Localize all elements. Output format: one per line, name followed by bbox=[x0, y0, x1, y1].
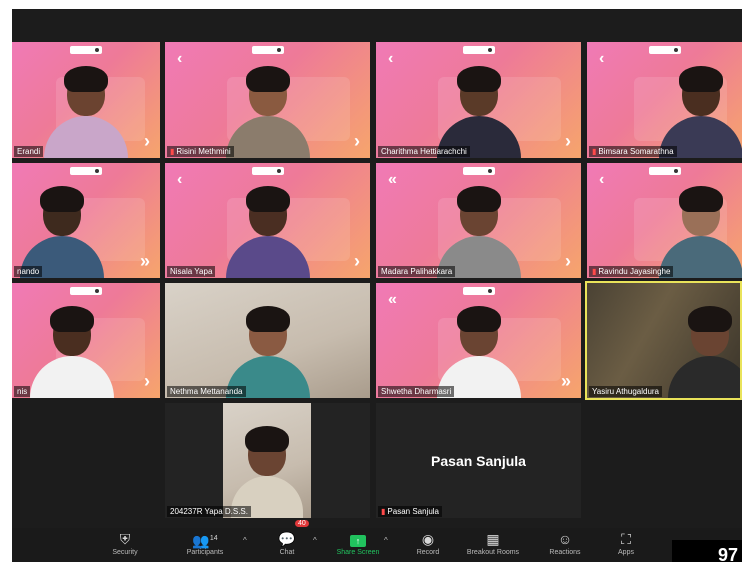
chat-unread-badge: 40 bbox=[295, 520, 309, 527]
chevron-left-icon: ‹ bbox=[177, 50, 182, 68]
participant-video bbox=[664, 306, 742, 398]
meeting-toolbar: ⛨ Security 👥14 Participants ^ 💬 Chat ^ ↑… bbox=[12, 528, 742, 562]
chevron-right-icon: › bbox=[354, 131, 360, 152]
logo-badge-icon bbox=[70, 167, 102, 175]
chevron-right-icon: › bbox=[565, 131, 571, 152]
breakout-rooms-button[interactable]: ▦ Breakout Rooms bbox=[458, 528, 528, 556]
participant-name: Nisala Yapa bbox=[167, 266, 215, 277]
logo-badge-icon bbox=[252, 46, 284, 54]
video-tile-bimsara[interactable]: ‹ ▮Bimsara Somarathna bbox=[587, 42, 742, 158]
video-tile-pasan[interactable]: Pasan Sanjula ▮Pasan Sanjula bbox=[376, 403, 581, 518]
participant-figure bbox=[227, 426, 307, 518]
participant-video bbox=[655, 186, 742, 278]
video-tile-yasiru[interactable]: Yasiru Athugaldura bbox=[585, 281, 742, 400]
video-tile-nando[interactable]: » nando bbox=[12, 163, 160, 278]
participant-name: ▮Pasan Sanjula bbox=[378, 506, 442, 517]
mic-muted-icon: ▮ bbox=[381, 507, 385, 516]
share-caret-icon[interactable]: ^ bbox=[384, 536, 388, 545]
participant-name: nis bbox=[14, 386, 30, 397]
apps-button[interactable]: ⛶ Apps bbox=[591, 528, 661, 556]
participant-name: ▮Ravindu Jayasinghe bbox=[589, 266, 673, 277]
video-tile-charithma[interactable]: ‹ › Charithma Hettiarachchi bbox=[376, 42, 581, 158]
participants-count: 14 bbox=[210, 535, 218, 542]
shield-icon: ⛨ bbox=[90, 529, 160, 549]
share-screen-icon-wrap: ↑ bbox=[323, 529, 393, 549]
share-screen-button[interactable]: ↑ Share Screen bbox=[323, 528, 393, 556]
video-tile-nis[interactable]: › nis bbox=[12, 283, 160, 398]
chevron-left-icon: « bbox=[388, 171, 397, 189]
chevron-left-icon: « bbox=[388, 291, 397, 309]
mic-muted-icon: ▮ bbox=[170, 147, 174, 156]
participant-video bbox=[222, 186, 314, 278]
participant-video bbox=[40, 66, 132, 158]
participant-name: Erandi bbox=[14, 146, 43, 157]
logo-badge-icon bbox=[70, 46, 102, 54]
participant-name: Madara Palihakkara bbox=[378, 266, 455, 277]
video-tile-madara[interactable]: « › Madara Palihakkara bbox=[376, 163, 581, 278]
participant-video bbox=[26, 306, 118, 398]
share-screen-icon: ↑ bbox=[350, 535, 366, 547]
video-tile-shwetha[interactable]: « » Shwetha Dharmasri bbox=[376, 283, 581, 398]
logo-badge-icon bbox=[463, 46, 495, 54]
participant-video bbox=[655, 66, 742, 158]
chevron-left-icon: ‹ bbox=[177, 171, 182, 189]
gallery-view: › Erandi ‹ › ▮Risini Methmini ‹ › Charit… bbox=[12, 40, 742, 528]
chat-icon: 💬 bbox=[252, 529, 322, 549]
video-tile-nisala[interactable]: ‹ › Nisala Yapa bbox=[165, 163, 370, 278]
logo-badge-icon bbox=[70, 287, 102, 295]
logo-badge-icon bbox=[649, 46, 681, 54]
participant-video bbox=[222, 66, 314, 158]
participant-video bbox=[223, 403, 311, 518]
record-icon: ◉ bbox=[393, 529, 463, 549]
participants-icon: 👥14 bbox=[170, 529, 240, 549]
reactions-icon: ☺ bbox=[530, 529, 600, 549]
participant-video bbox=[222, 306, 314, 398]
participants-caret-icon[interactable]: ^ bbox=[243, 536, 247, 545]
participant-name: 204237R Yapa D.S.S. bbox=[167, 506, 251, 517]
reactions-button[interactable]: ☺ Reactions bbox=[530, 528, 600, 556]
logo-badge-icon bbox=[252, 167, 284, 175]
chevron-right-icon: › bbox=[354, 251, 360, 272]
participant-video bbox=[433, 66, 525, 158]
participants-button[interactable]: 👥14 Participants bbox=[170, 528, 240, 556]
chevron-right-icon: › bbox=[144, 131, 150, 152]
breakout-rooms-icon: ▦ bbox=[458, 529, 528, 549]
video-tile-yapa[interactable]: 204237R Yapa D.S.S. bbox=[165, 403, 370, 518]
corner-page-number: 97 bbox=[672, 540, 742, 562]
video-tile-risini[interactable]: ‹ › ▮Risini Methmini bbox=[165, 42, 370, 158]
chevron-right-icon: » bbox=[140, 251, 150, 272]
participant-display-name: Pasan Sanjula bbox=[376, 453, 581, 469]
participant-name: nando bbox=[14, 266, 42, 277]
chevron-left-icon: ‹ bbox=[388, 50, 393, 68]
logo-badge-icon bbox=[463, 167, 495, 175]
participant-video bbox=[16, 186, 108, 278]
video-tile-erandi[interactable]: › Erandi bbox=[12, 42, 160, 158]
participant-name: ▮Bimsara Somarathna bbox=[589, 146, 677, 157]
participant-video bbox=[433, 306, 525, 398]
chevron-left-icon: ‹ bbox=[599, 50, 604, 68]
participant-name: Yasiru Athugaldura bbox=[589, 386, 662, 397]
chat-button[interactable]: 💬 Chat bbox=[252, 528, 322, 556]
record-button[interactable]: ◉ Record bbox=[393, 528, 463, 556]
participant-name: Shwetha Dharmasri bbox=[378, 386, 454, 397]
participant-name: Nethma Mettananda bbox=[167, 386, 246, 397]
logo-badge-icon bbox=[463, 287, 495, 295]
chat-caret-icon[interactable]: ^ bbox=[313, 536, 317, 545]
chevron-right-icon: » bbox=[561, 371, 571, 392]
mic-muted-icon: ▮ bbox=[592, 147, 596, 156]
participant-video bbox=[433, 186, 525, 278]
participant-name: Charithma Hettiarachchi bbox=[378, 146, 470, 157]
participant-name: ▮Risini Methmini bbox=[167, 146, 234, 157]
apps-icon: ⛶ bbox=[591, 529, 661, 549]
video-tile-nethma[interactable]: Nethma Mettananda bbox=[165, 283, 370, 398]
chevron-right-icon: › bbox=[565, 251, 571, 272]
logo-badge-icon bbox=[649, 167, 681, 175]
chevron-right-icon: › bbox=[144, 371, 150, 392]
zoom-meeting-window: › Erandi ‹ › ▮Risini Methmini ‹ › Charit… bbox=[12, 9, 742, 562]
security-button[interactable]: ⛨ Security bbox=[90, 528, 160, 556]
chevron-left-icon: ‹ bbox=[599, 171, 604, 189]
mic-muted-icon: ▮ bbox=[592, 267, 596, 276]
video-tile-ravindu[interactable]: ‹ ▮Ravindu Jayasinghe bbox=[587, 163, 742, 278]
